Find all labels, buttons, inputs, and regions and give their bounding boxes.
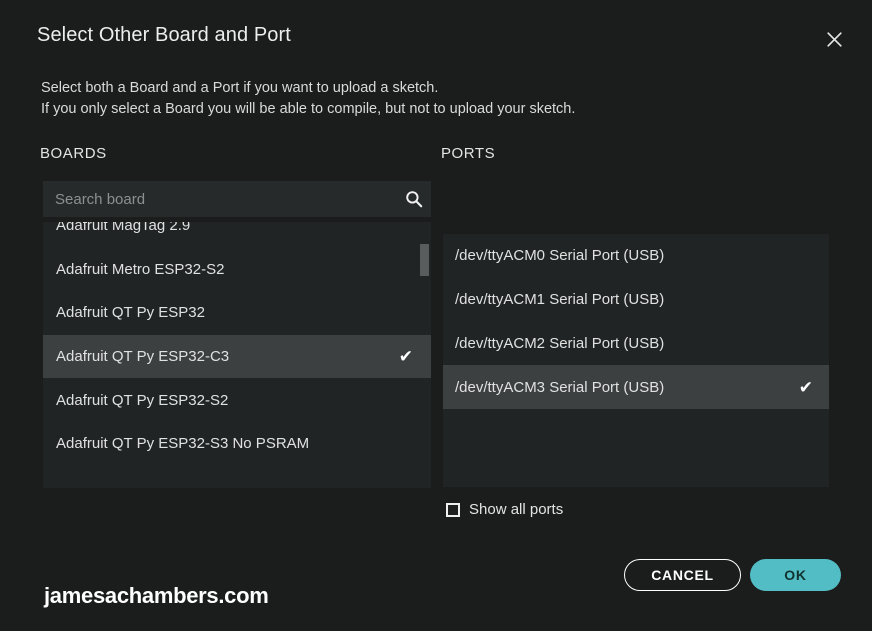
ok-button[interactable]: OK [750, 559, 841, 591]
ports-list[interactable]: /dev/ttyACM0 Serial Port (USB) /dev/ttyAC… [443, 234, 829, 487]
boards-scrollbar-thumb[interactable] [420, 244, 429, 276]
board-item-label: Adafruit Metro ESP32-S2 [56, 260, 225, 278]
show-all-ports-row[interactable]: Show all ports [446, 501, 563, 518]
boards-list[interactable]: Adafruit MagTag 2.9 Adafruit Metro ESP32-… [43, 222, 431, 488]
port-list-item[interactable]: /dev/ttyACM1 Serial Port (USB) [443, 278, 829, 322]
port-item-label: /dev/ttyACM0 Serial Port (USB) [455, 247, 665, 265]
board-list-item[interactable]: Adafruit QT Py ESP32-S2 [43, 378, 431, 422]
board-list-item[interactable]: Adafruit QT Py ESP32-S3 No PSRAM [43, 422, 431, 466]
dialog-description: Select both a Board and a Port if you wa… [41, 78, 741, 120]
description-line-2: If you only select a Board you will be a… [41, 101, 576, 117]
board-item-label: Adafruit QT Py ESP32 [56, 304, 205, 322]
show-all-ports-label: Show all ports [469, 501, 564, 518]
board-item-label: Adafruit QT Py ESP32-S2 [56, 391, 229, 409]
board-item-label: Adafruit MagTag 2.9 [56, 222, 191, 235]
port-list-item[interactable]: /dev/ttyACM0 Serial Port (USB) [443, 234, 829, 278]
dialog-title: Select Other Board and Port [37, 24, 291, 46]
board-list-item[interactable]: Adafruit QT Py ESP32-C3 ✔ [43, 334, 431, 379]
ports-heading: PORTS [441, 145, 496, 162]
board-list-item[interactable]: Adafruit MagTag 2.9 [43, 222, 431, 248]
boards-heading: BOARDS [40, 145, 107, 162]
board-list-item[interactable]: Adafruit QT Py ESP32 [43, 291, 431, 335]
port-list-item[interactable]: /dev/ttyACM2 Serial Port (USB) [443, 322, 829, 366]
check-icon: ✔ [398, 347, 413, 367]
select-board-and-port-dialog: Select Other Board and Port Select both … [0, 0, 872, 631]
port-item-label: /dev/ttyACM1 Serial Port (USB) [455, 291, 665, 309]
close-button[interactable] [820, 25, 848, 53]
board-item-label: Adafruit QT Py ESP32-C3 [56, 348, 230, 366]
port-list-item[interactable]: /dev/ttyACM3 Serial Port (USB) ✔ [443, 365, 829, 410]
port-item-label: /dev/ttyACM3 Serial Port (USB) [455, 378, 665, 396]
search-icon[interactable] [397, 181, 431, 217]
show-all-ports-checkbox[interactable] [446, 502, 460, 517]
search-input[interactable] [43, 181, 397, 217]
watermark: jamesachambers.com [44, 583, 269, 608]
port-item-label: /dev/ttyACM2 Serial Port (USB) [455, 334, 665, 352]
check-icon: ✔ [798, 377, 813, 397]
board-list-item[interactable]: Adafruit Metro ESP32-S2 [43, 248, 431, 292]
close-icon [826, 31, 843, 48]
board-item-label: Adafruit QT Py ESP32-S3 No PSRAM [56, 435, 310, 453]
boards-scroll-content: Adafruit MagTag 2.9 Adafruit Metro ESP32-… [43, 222, 431, 466]
board-search-container[interactable] [43, 181, 431, 217]
description-line-1: Select both a Board and a Port if you wa… [41, 80, 439, 96]
boards-scrollbar-track[interactable] [420, 240, 429, 488]
cancel-button[interactable]: CANCEL [624, 559, 741, 591]
dialog-titlebar: Select Other Board and Port [0, 0, 872, 70]
